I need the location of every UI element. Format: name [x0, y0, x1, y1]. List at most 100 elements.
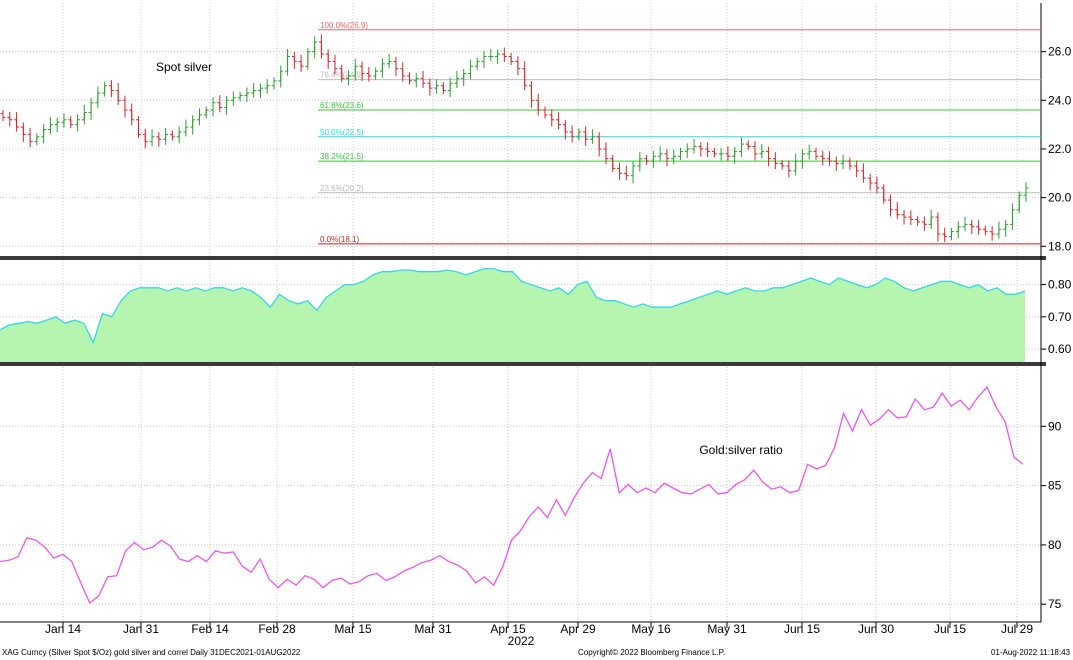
x-tick-label: Jul 29: [1001, 622, 1033, 636]
candle-body: [598, 136, 600, 149]
candle-body: [950, 231, 952, 237]
candle-body: [232, 97, 234, 101]
candle-body: [1011, 209, 1013, 225]
candle-body: [97, 93, 99, 103]
candle-body: [625, 173, 627, 176]
candle-body: [815, 151, 817, 157]
candle-body: [77, 119, 79, 125]
candle-body: [910, 217, 912, 220]
ratio-line: [0, 386, 1024, 605]
candle-body: [835, 161, 837, 164]
candle-body: [537, 100, 539, 111]
x-tick-label: Feb 14: [191, 622, 229, 636]
candle-body: [327, 54, 329, 62]
candle-body: [890, 200, 892, 210]
candle-body: [998, 229, 1000, 235]
y-tick-label: 20.0: [1048, 191, 1072, 205]
candle-body: [408, 75, 410, 81]
candle-body: [104, 85, 106, 94]
candle-body: [124, 100, 126, 111]
y-tick-label: 18.0: [1048, 239, 1072, 253]
candle-body: [558, 119, 560, 125]
candle-body: [314, 41, 316, 52]
candle-body: [984, 229, 986, 232]
candle-body: [205, 110, 207, 115]
panel-separator: [0, 362, 1046, 366]
candle-body: [9, 117, 11, 120]
candle-body: [876, 183, 878, 188]
candle-body: [266, 85, 268, 89]
candle-body: [354, 66, 356, 76]
candle-body: [822, 156, 824, 159]
candle-body: [16, 119, 18, 128]
candle-body: [693, 146, 695, 149]
candle-body: [917, 219, 919, 222]
candle-body: [320, 41, 322, 55]
candle-body: [368, 73, 370, 76]
candle-body: [619, 168, 621, 174]
candle-body: [300, 61, 302, 67]
x-year-label: 2022: [508, 634, 535, 648]
x-tick-label: Jan 14: [45, 622, 81, 636]
candle-body: [862, 170, 864, 179]
candle-body: [517, 61, 519, 69]
candle-body: [659, 153, 661, 157]
x-tick-label: Jun 30: [858, 622, 894, 636]
y-tick-label: 80: [1048, 538, 1062, 552]
y-tick-label: 90: [1048, 419, 1062, 433]
candle-body: [510, 56, 512, 62]
candle-body: [449, 83, 451, 91]
candle-body: [795, 161, 797, 171]
candle-body: [436, 85, 438, 89]
chart-canvas: Jan 14 Jan 31 Feb 14 Feb 28 Mar 15 Mar 31 Apr …: [0, 3, 1072, 648]
fib-level-label: 0.0%(18.1): [320, 235, 359, 244]
candle-body: [137, 119, 139, 135]
candle-body: [90, 102, 92, 113]
candle-body: [63, 119, 65, 123]
candle-body: [131, 110, 133, 120]
candle-body: [747, 144, 749, 147]
candle-body: [1005, 224, 1007, 230]
candle-body: [740, 144, 742, 152]
candle-body: [476, 61, 478, 67]
fib-level-label: 50.0%(22.5): [320, 128, 364, 137]
candle-body: [571, 131, 573, 137]
candle-body: [551, 114, 553, 120]
silver-panel-title: Spot silver: [156, 60, 212, 74]
candle-body: [334, 61, 336, 69]
candle-body: [361, 66, 363, 74]
fib-level-label: 38.2%(21.5): [320, 152, 364, 161]
candle-body: [652, 156, 654, 162]
candle-body: [578, 131, 580, 137]
candle-body: [29, 134, 31, 142]
candle-body: [490, 56, 492, 58]
candle-body: [734, 151, 736, 157]
candle-body: [646, 158, 648, 162]
candle-body: [679, 151, 681, 157]
candle-body: [530, 85, 532, 101]
y-tick-label: 22.0: [1048, 142, 1072, 156]
x-tick-label: Apr 29: [560, 622, 596, 636]
x-tick-label: Mar 15: [334, 622, 372, 636]
x-tick-label: Jul 15: [934, 622, 966, 636]
candle-body: [246, 93, 248, 96]
candle-body: [110, 85, 112, 91]
correlation-area: [0, 268, 1025, 362]
candle-body: [395, 61, 397, 69]
candle-body: [713, 151, 715, 154]
candle-body: [43, 129, 45, 137]
candle-body: [727, 153, 729, 157]
candle-body: [761, 151, 763, 154]
candle-body: [388, 61, 390, 64]
candle-body: [469, 66, 471, 74]
candle-body: [991, 231, 993, 235]
candle-body: [544, 110, 546, 115]
candle-body: [903, 214, 905, 218]
candle-body: [402, 68, 404, 76]
candle-body: [36, 136, 38, 142]
candle-body: [788, 165, 790, 171]
candle-body: [185, 127, 187, 132]
candle-body: [605, 148, 607, 159]
candle-body: [239, 95, 241, 98]
candle-body: [930, 217, 932, 225]
